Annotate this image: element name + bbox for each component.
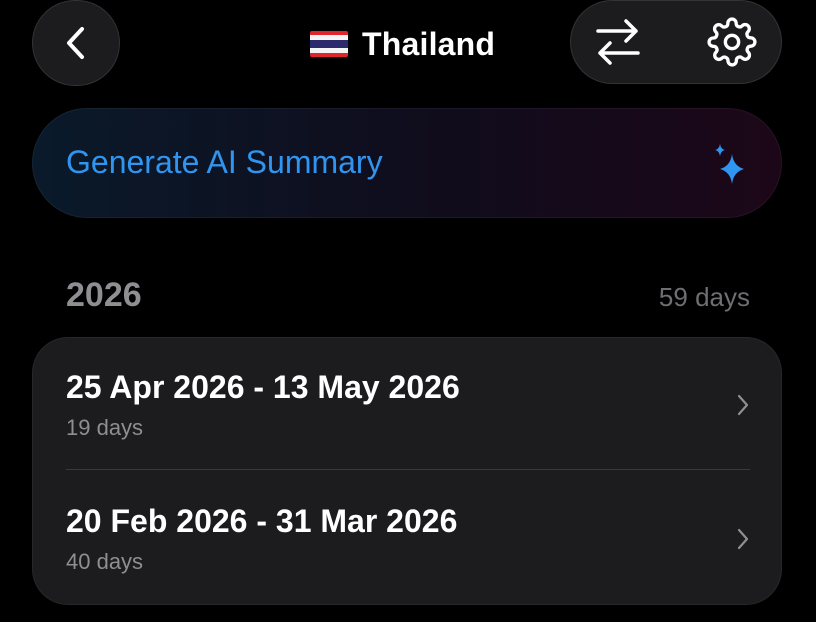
year-total-days: 59 days — [658, 282, 750, 312]
trip-row[interactable]: 25 Apr 2026 - 13 May 2026 19 days — [32, 337, 782, 471]
trip-row[interactable]: 20 Feb 2026 - 31 Mar 2026 40 days — [32, 471, 782, 605]
year-heading: 2026 — [66, 276, 142, 314]
swap-button[interactable] — [590, 14, 646, 70]
chevron-right-icon — [737, 528, 749, 550]
thailand-flag-icon — [310, 31, 348, 57]
page-title-text: Thailand — [362, 25, 496, 62]
ai-summary-button[interactable]: Generate AI Summary — [32, 108, 782, 218]
arrows-swap-icon — [596, 19, 640, 65]
trip-dates: 20 Feb 2026 - 31 Mar 2026 — [66, 503, 458, 539]
trip-duration: 40 days — [66, 549, 144, 574]
gear-icon — [707, 17, 757, 67]
settings-button[interactable] — [704, 14, 760, 70]
trip-duration: 19 days — [66, 415, 144, 440]
header-actions — [570, 0, 782, 84]
chevron-left-icon — [67, 27, 84, 59]
back-button[interactable] — [32, 0, 120, 86]
sparkles-icon — [715, 144, 744, 184]
page-title: Thailand — [310, 22, 495, 66]
trip-dates: 25 Apr 2026 - 13 May 2026 — [66, 369, 460, 405]
row-divider — [66, 469, 750, 470]
ai-summary-label: Generate AI Summary — [66, 144, 383, 180]
chevron-right-icon — [737, 394, 749, 416]
trip-list: 25 Apr 2026 - 13 May 2026 19 days 20 Feb… — [32, 337, 782, 605]
